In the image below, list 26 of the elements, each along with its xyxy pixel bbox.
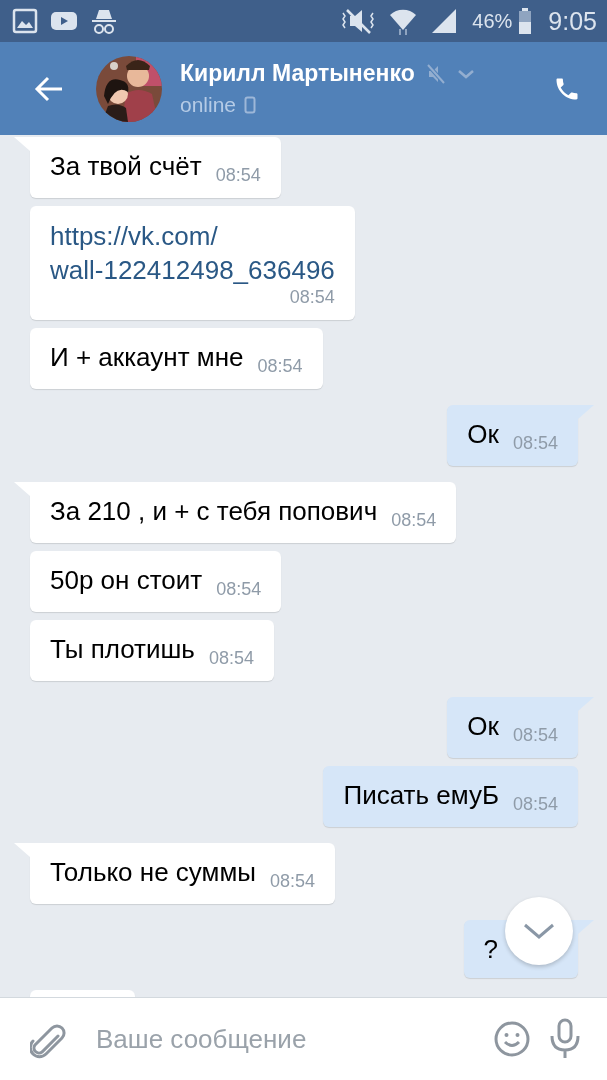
message-text: И + аккаунт мне (50, 342, 244, 372)
battery-percent: 46% (472, 9, 513, 33)
message-time: 08:54 (216, 579, 262, 599)
message-time: 08:54 (257, 356, 303, 376)
message-text: Ок (467, 419, 499, 449)
message-time: 08:54 (208, 648, 254, 668)
message-text: За 210 , и + с тебя попович (50, 496, 378, 526)
message-text: Ты плотишь (50, 634, 195, 664)
message-link[interactable]: https://vk.com/ wall-122412498_636496 (50, 219, 335, 287)
message-time: 08:54 (288, 287, 335, 307)
message-text: За твой счёт (50, 151, 202, 181)
message-time: 08:54 (270, 871, 316, 891)
message-text: Ок (467, 711, 499, 741)
message-time: 08:54 (512, 725, 558, 745)
message-text: Только не суммы (50, 857, 256, 887)
message-text: 50р он стоит (50, 565, 203, 595)
message-text: ? (483, 934, 498, 964)
online-status: online (180, 93, 237, 117)
message-time: 08:54 (512, 794, 558, 814)
message-text: Писать емуБ (343, 780, 499, 810)
clock: 9:05 (548, 6, 597, 36)
message-time: 08:54 (512, 433, 558, 453)
message-time: 08:54 (215, 165, 261, 185)
contact-name: Кирилл Мартыненко (180, 60, 415, 87)
message-time: 08:54 (391, 510, 437, 530)
message-input[interactable]: Ваше сообщение (94, 1022, 475, 1056)
